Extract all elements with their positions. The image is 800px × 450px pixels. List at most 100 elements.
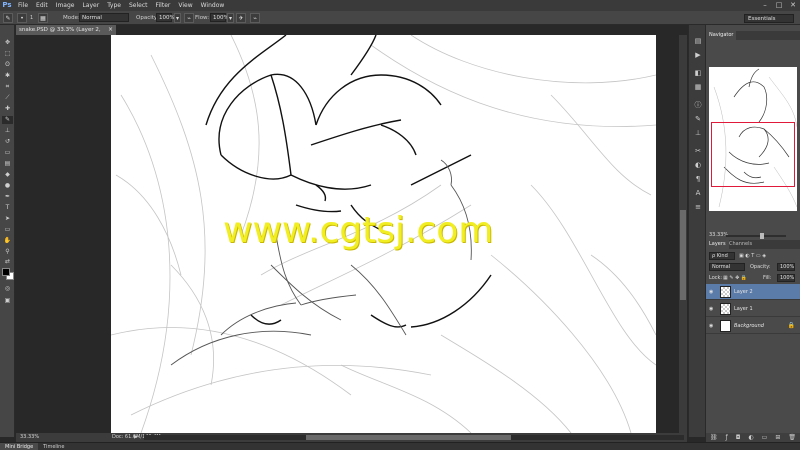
close-document-icon[interactable]: × — [108, 25, 113, 35]
bottom-panel-tabs: Mini Bridge Timeline — [0, 442, 800, 450]
zoom-readout[interactable]: 33.33% — [20, 433, 39, 442]
navigator-zoom-slider[interactable] — [726, 233, 786, 239]
actions-icon[interactable]: ▶ — [693, 51, 703, 60]
close-window-button[interactable]: ✕ — [786, 0, 800, 11]
pen-tool-icon[interactable]: ✒ — [2, 193, 13, 201]
mode-select[interactable]: Normal — [79, 13, 129, 22]
history-icon[interactable]: ▤ — [693, 37, 703, 46]
blend-mode-select[interactable]: Normal — [709, 263, 745, 271]
foreground-color-swatch[interactable] — [2, 268, 10, 276]
navigator-zoom-knob[interactable] — [760, 233, 764, 239]
eraser-tool-icon[interactable]: ▭ — [2, 149, 13, 157]
lasso-tool-icon[interactable]: ʘ — [2, 61, 13, 69]
menu-layer[interactable]: Layer — [78, 0, 103, 11]
layer-filter-kind[interactable]: ρ Kind — [709, 252, 735, 260]
quick-mask-icon[interactable]: ◎ — [2, 285, 13, 293]
layer-visibility-eye-icon[interactable]: ◉ — [709, 305, 715, 313]
layer-visibility-eye-icon[interactable]: ◉ — [709, 322, 715, 330]
navigator-view-box[interactable] — [711, 122, 795, 187]
blur-tool-icon[interactable]: ◆ — [2, 171, 13, 179]
airbrush-icon[interactable]: ✈ — [236, 13, 246, 23]
pressure-opacity-icon[interactable]: ⌁ — [184, 13, 194, 23]
brush-preset-picker-icon[interactable]: • — [17, 13, 27, 23]
type-tool-icon[interactable]: T — [2, 204, 13, 212]
navigator-preview[interactable] — [709, 67, 797, 211]
dodge-tool-icon[interactable]: ● — [2, 182, 13, 190]
hand-tool-icon[interactable]: ✋ — [2, 237, 13, 245]
vertical-scrollbar[interactable] — [679, 35, 687, 433]
menu-view[interactable]: View — [174, 0, 196, 11]
quick-select-tool-icon[interactable]: ✱ — [2, 72, 13, 80]
zoom-tool-icon[interactable]: ⚲ — [2, 248, 13, 256]
layer-row-layer-2[interactable]: ◉ Layer 2 — [706, 284, 800, 300]
new-layer-icon[interactable]: ⊞ — [775, 433, 780, 442]
brush-presets-icon[interactable]: ✎ — [693, 115, 703, 124]
maximize-button[interactable]: □ — [772, 0, 786, 11]
tool-presets-icon[interactable]: ✂ — [693, 147, 703, 156]
new-group-icon[interactable]: ▭ — [762, 433, 768, 442]
tab-mini-bridge[interactable]: Mini Bridge — [0, 443, 39, 450]
lock-icons[interactable]: ▦ ✎ ✥ 🔒 — [723, 274, 747, 282]
tab-channels[interactable]: Channels — [726, 240, 755, 249]
opacity-field[interactable]: 100% — [156, 13, 175, 22]
menu-select[interactable]: Select — [125, 0, 152, 11]
document-canvas[interactable]: www.cgtsj.com — [111, 35, 656, 433]
add-mask-icon[interactable]: ◘ — [736, 433, 741, 442]
horizontal-scroll-thumb[interactable] — [306, 435, 511, 440]
healing-brush-tool-icon[interactable]: ✚ — [2, 105, 13, 113]
clone-source-icon[interactable]: ⊥ — [693, 129, 703, 138]
tab-navigator[interactable]: Navigator — [706, 31, 737, 40]
menu-type[interactable]: Type — [103, 0, 125, 11]
screen-mode-icon[interactable]: ▣ — [2, 297, 13, 305]
menu-image[interactable]: Image — [52, 0, 79, 11]
shape-tool-icon[interactable]: ▭ — [2, 226, 13, 234]
adjustments-icon[interactable]: ◐ — [693, 161, 703, 170]
clone-stamp-tool-icon[interactable]: ⊥ — [2, 127, 13, 135]
adjustment-layer-icon[interactable]: ◐ — [748, 433, 753, 442]
move-tool-icon[interactable]: ✥ — [2, 39, 13, 47]
swap-colors-icon[interactable]: ⇄ — [2, 258, 13, 266]
info-icon[interactable]: ⓘ — [693, 101, 703, 110]
eyedropper-tool-icon[interactable]: ⟋ — [2, 94, 13, 102]
layer-opacity-field[interactable]: 100% — [777, 263, 795, 271]
fill-field[interactable]: 100% — [777, 274, 795, 282]
brush-panel-toggle-icon[interactable]: ▦ — [38, 13, 48, 23]
brush-tool-icon[interactable]: ✎ — [2, 116, 13, 124]
menu-filter[interactable]: Filter — [152, 0, 175, 11]
marquee-tool-icon[interactable]: ⬚ — [2, 50, 13, 58]
filter-icons[interactable]: ▣ ◐ T ▭ ◈ — [739, 252, 766, 260]
menu-edit[interactable]: Edit — [32, 0, 52, 11]
gradient-tool-icon[interactable]: ▤ — [2, 160, 13, 168]
flow-dropdown-icon[interactable]: ▾ — [227, 13, 234, 23]
tab-timeline[interactable]: Timeline — [38, 443, 69, 450]
status-menu-arrow-icon[interactable]: ▶ — [134, 433, 138, 442]
vertical-scroll-thumb[interactable] — [680, 210, 686, 300]
flow-field[interactable]: 100% — [210, 13, 229, 22]
layer-style-icon[interactable]: ƒ — [726, 433, 728, 442]
minimize-button[interactable]: – — [758, 0, 772, 11]
layer-row-background[interactable]: ◉ Background 🔒 — [706, 318, 800, 334]
link-layers-icon[interactable]: ⛓ — [710, 433, 718, 442]
layer-row-layer-1[interactable]: ◉ Layer 1 — [706, 301, 800, 317]
menu-window[interactable]: Window — [197, 0, 229, 11]
color-icon[interactable]: ◧ — [693, 69, 703, 78]
layers-footer: ⛓ ƒ ◘ ◐ ▭ ⊞ 🗑 — [706, 433, 800, 442]
delete-layer-icon[interactable]: 🗑 — [788, 433, 796, 442]
history-brush-tool-icon[interactable]: ↺ — [2, 138, 13, 146]
panel-icon-strip: ▤ ▶ ◧ ▦ ⓘ ✎ ⊥ ✂ ◐ ¶ A ≡ — [688, 25, 706, 437]
canvas-area[interactable]: www.cgtsj.com — [16, 35, 679, 433]
layer-visibility-eye-icon[interactable]: ◉ — [709, 288, 715, 296]
properties-icon[interactable]: ≡ — [693, 203, 703, 212]
document-tab[interactable]: snake.PSD @ 33.3% (Layer 2, RGB/8) × — [16, 25, 116, 43]
horizontal-scrollbar[interactable] — [144, 435, 684, 440]
swatches-icon[interactable]: ▦ — [693, 83, 703, 92]
brush-tool-preset-icon[interactable]: ✎ — [3, 13, 13, 23]
menu-file[interactable]: File — [14, 0, 32, 11]
path-selection-tool-icon[interactable]: ➤ — [2, 215, 13, 223]
crop-tool-icon[interactable]: ⌗ — [2, 83, 13, 91]
pressure-size-icon[interactable]: ⌁ — [250, 13, 260, 23]
opacity-dropdown-icon[interactable]: ▾ — [174, 13, 181, 23]
paragraph-icon[interactable]: ¶ — [693, 175, 703, 184]
character-icon[interactable]: A — [693, 189, 703, 198]
workspace-select[interactable]: Essentials — [744, 14, 794, 23]
